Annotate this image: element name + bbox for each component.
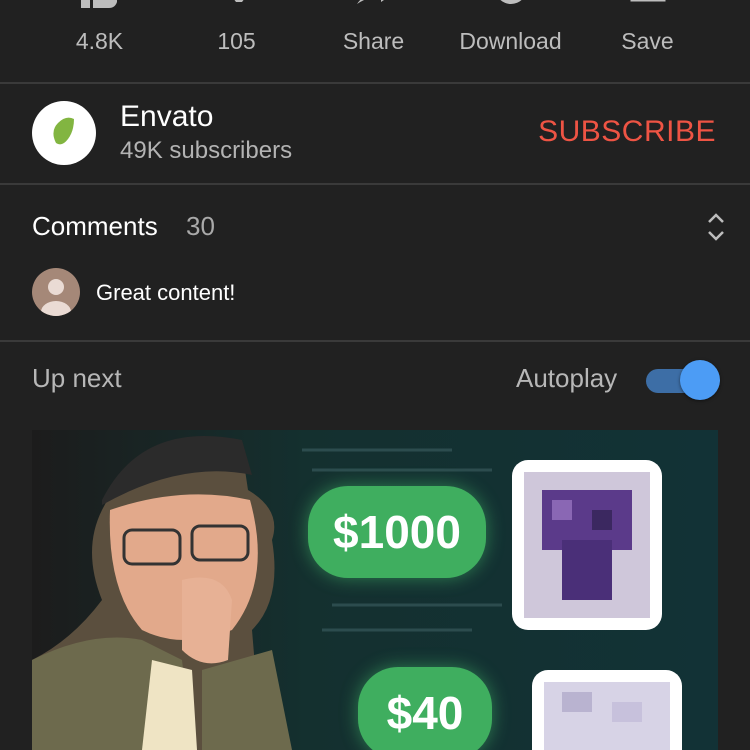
- autoplay-label: Autoplay: [516, 363, 618, 393]
- share-label: Share: [342, 28, 405, 54]
- download-label: Download: [459, 28, 562, 54]
- share-icon: [356, 0, 384, 4]
- price-badge-bottom: $40: [358, 667, 492, 750]
- expand-icon[interactable]: [704, 210, 728, 244]
- price-badge-top: $1000: [308, 486, 486, 578]
- like-button[interactable]: 4.8K: [31, 0, 168, 83]
- save-button[interactable]: Save: [579, 0, 716, 83]
- autoplay-toggle[interactable]: [646, 360, 720, 400]
- divider: [0, 183, 750, 185]
- thumbs-up-icon: [80, 0, 117, 8]
- video-thumbnail[interactable]: $1000 $40: [32, 430, 718, 750]
- thumbs-down-icon: [234, 0, 243, 2]
- download-button[interactable]: Download: [442, 0, 579, 83]
- divider: [0, 82, 750, 84]
- person-icon: [41, 279, 71, 316]
- channel-avatar[interactable]: [32, 101, 96, 165]
- dislike-button[interactable]: 105: [168, 0, 305, 83]
- subscriber-count: 49K subscribers: [120, 137, 293, 164]
- up-next-title: Up next: [32, 363, 122, 393]
- comment-preview[interactable]: Great content!: [96, 280, 235, 306]
- subscribe-button[interactable]: SUBSCRIBE: [538, 115, 716, 149]
- action-bar: 4.8K 105 Share Download Save: [0, 0, 750, 83]
- channel-name[interactable]: Envato: [120, 100, 213, 134]
- comments-title[interactable]: Comments: [32, 211, 158, 242]
- dislike-count: 105: [217, 28, 256, 54]
- envato-leaf-icon: [53, 117, 74, 145]
- like-count: 4.8K: [75, 28, 124, 54]
- user-avatar: [32, 268, 80, 316]
- comments-count: 30: [186, 211, 215, 241]
- save-label: Save: [621, 28, 674, 54]
- toggle-knob: [680, 360, 720, 400]
- share-button[interactable]: Share: [305, 0, 442, 83]
- divider: [0, 340, 750, 342]
- download-icon: [499, 0, 522, 4]
- save-icon: [630, 0, 665, 2]
